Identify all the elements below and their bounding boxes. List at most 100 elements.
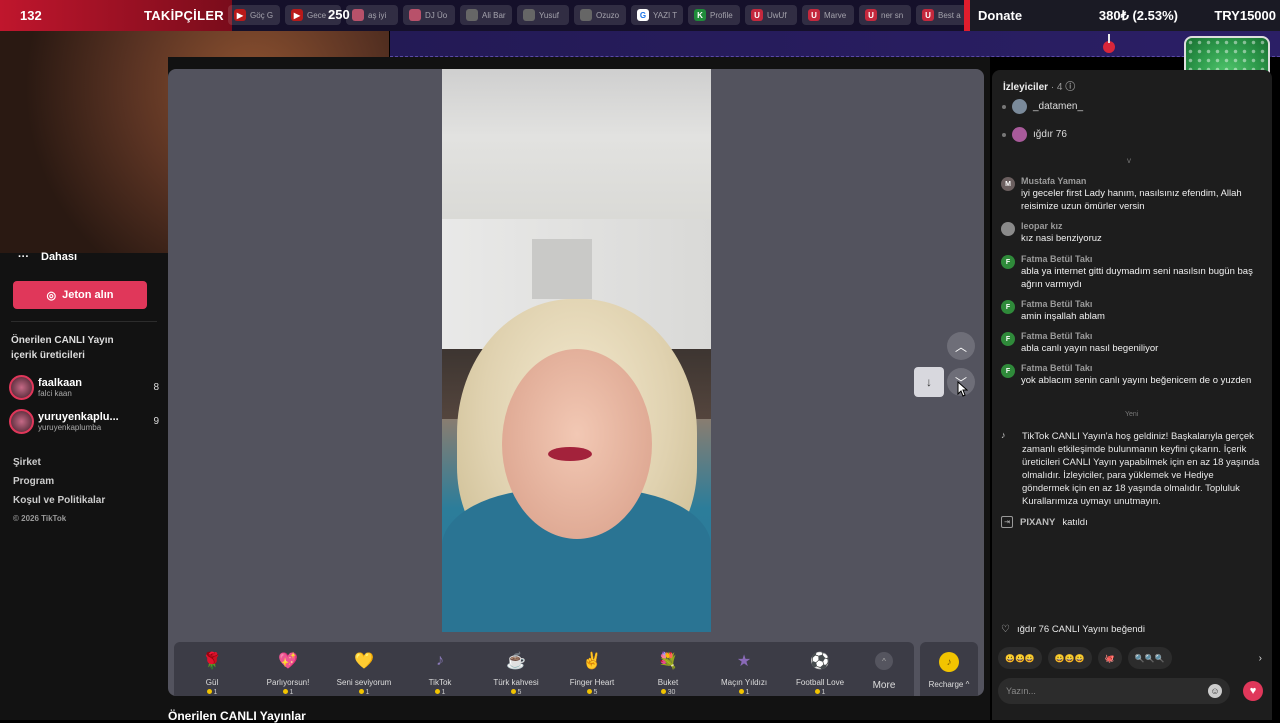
overlay-chip-icon: [466, 9, 478, 21]
chat-input[interactable]: [1006, 686, 1208, 696]
viewers-expand-icon[interactable]: v: [1127, 156, 1131, 165]
tiktok-icon: ♪: [1001, 430, 1006, 440]
overlay-chip-icon: [352, 9, 364, 21]
chat-text: abla canlı yayın nasıl begeniliyor: [1021, 343, 1159, 354]
viewer-item[interactable]: _datamen_: [1002, 99, 1083, 114]
suggested-creators-title: Önerilen CANLI Yayın içerik üreticileri: [11, 335, 114, 361]
previous-live-button[interactable]: ︿: [947, 332, 975, 360]
like-text: ığdır 76 CANLI Yayını beğendi: [1016, 624, 1145, 635]
creator-name: faalkaan: [38, 377, 83, 389]
chat-message: M Mustafa Yaman iyi geceler first Lady han…: [1001, 175, 1257, 213]
overlay-chip-label: UwUf: [767, 10, 787, 20]
gift-price: 1: [402, 689, 478, 696]
bullet-icon: [1002, 132, 1006, 137]
recharge-button[interactable]: ♪ Recharge ^: [920, 642, 978, 696]
avatar[interactable]: F: [1001, 255, 1015, 269]
quick-reaction[interactable]: 🐙: [1097, 647, 1122, 669]
viewer-name: ığdır 76: [1033, 129, 1067, 140]
buy-coins-label: Jeton alın: [62, 289, 114, 301]
suggested-creator[interactable]: yuruyenkaplu... yuruyenkaplumba 9: [9, 409, 159, 434]
buy-coins-button[interactable]: ◎ Jeton alın: [13, 281, 147, 309]
help-icon[interactable]: ⓘ: [1065, 82, 1075, 93]
chat-username[interactable]: Mustafa Yaman: [1021, 175, 1257, 187]
chat-username[interactable]: Fatma Betül Takı: [1021, 330, 1257, 342]
gift-item[interactable]: 💛 Seni seviyorum 1: [326, 648, 402, 696]
chat-username[interactable]: leopar kız: [1021, 220, 1257, 232]
gift-price: 1: [706, 689, 782, 696]
copyright: © 2026 TikTok: [13, 514, 67, 523]
gift-icon: ★: [736, 653, 752, 670]
chat-username[interactable]: Fatma Betül Takı: [1021, 298, 1257, 310]
quick-reaction[interactable]: 😀😀😀: [998, 647, 1042, 669]
viewer-name: _datamen_: [1033, 101, 1084, 112]
footer-link-program[interactable]: Program: [13, 476, 105, 487]
footer-link-company[interactable]: Şirket: [13, 457, 105, 468]
chevron-up-icon: ^: [875, 652, 893, 670]
avatar: [9, 409, 34, 434]
chat-username[interactable]: Fatma Betül Takı: [1021, 253, 1257, 265]
chat-panel: İzleyiciler · 4 ⓘ _datamen_ ığdır 76 v M…: [992, 70, 1272, 720]
suggested-creator[interactable]: faalkaan falci kaan 8: [9, 375, 159, 400]
overlay-chip-icon: U: [808, 9, 820, 21]
overlay-chip: U Marve: [802, 5, 854, 25]
more-gifts-button[interactable]: ^ More: [858, 648, 910, 691]
avatar[interactable]: [1001, 222, 1015, 236]
emoji-icon[interactable]: ☺: [1208, 684, 1222, 698]
gift-item[interactable]: ✌ Finger Heart 5: [554, 648, 630, 696]
gift-icon: ☕: [506, 653, 526, 670]
overlay-viewer-count: 250: [328, 7, 350, 22]
bullet-icon: [1002, 104, 1006, 109]
footer-link-terms[interactable]: Koşul ve Politikalar: [13, 495, 105, 506]
viewer-item[interactable]: ığdır 76: [1002, 127, 1067, 142]
overlay-chip-label: Marve: [824, 10, 847, 20]
gift-item[interactable]: 💖 Parlıyorsun! 1: [250, 648, 326, 696]
live-player[interactable]: ︿ ↓ ﹀ 🌹 Gül 1 💖 Parlıyorsun! 1 💛 Seni seviyorum…: [168, 69, 984, 696]
gift-item[interactable]: ⚽ Football Love 1: [782, 648, 858, 696]
chat-text: yok ablacım senin canlı yayını beğenicem…: [1021, 375, 1252, 386]
recharge-label: Recharge ^: [928, 680, 970, 689]
footer-links: Şirket Program Koşul ve Politikalar © 20…: [13, 457, 105, 531]
chevron-right-icon[interactable]: ›: [1259, 653, 1262, 664]
gift-item[interactable]: 💐 Buket 30: [630, 648, 706, 696]
chat-username[interactable]: Fatma Betül Takı: [1021, 362, 1257, 374]
chat-text: abla ya internet gitti duymadım seni nas…: [1021, 266, 1253, 290]
overlay-chip: K Profile: [688, 5, 740, 25]
gift-item[interactable]: 🌹 Gül 1: [174, 648, 250, 696]
quick-reaction[interactable]: 🔍🔍🔍: [1127, 647, 1172, 669]
overlay-chip: aş iyi: [346, 5, 398, 25]
joined-user[interactable]: PIXANY: [1020, 517, 1055, 528]
donate-label: Donate: [978, 8, 1023, 23]
video-scene: [532, 239, 592, 299]
avatar[interactable]: F: [1001, 300, 1015, 314]
gift-name: Gül: [205, 678, 219, 687]
creator-viewer-count: 8: [153, 382, 159, 393]
quick-reaction[interactable]: 😀😀😀: [1047, 647, 1092, 669]
new-messages-divider: Yeni: [1125, 411, 1139, 418]
creator-name: yuruyenkaplu...: [38, 411, 119, 423]
sidebar-item-more[interactable]: ··· Dahası: [18, 251, 77, 263]
arrow-down-icon: ↓: [926, 375, 932, 389]
like-heart-button[interactable]: ♥: [1243, 681, 1263, 701]
gift-icon: 💐: [658, 653, 678, 670]
overlay-chip-label: Profile: [710, 10, 733, 20]
avatar[interactable]: M: [1001, 177, 1015, 191]
gift-icon: ✌: [582, 653, 602, 670]
gift-item[interactable]: ☕ Türk kahvesi 5: [478, 648, 554, 696]
live-video[interactable]: [442, 69, 711, 632]
scroll-down-button[interactable]: ↓: [914, 367, 944, 397]
overlay-chip-icon: K: [694, 9, 706, 21]
gift-name: TikTok: [428, 678, 452, 687]
avatar: [1012, 127, 1027, 142]
gift-item[interactable]: ♪ TikTok 1: [402, 648, 478, 696]
overlay-chip-label: Ali Bar: [482, 10, 506, 20]
gift-item[interactable]: ★ Maçın Yıldızı 1: [706, 648, 782, 696]
mouse-cursor-icon: [957, 381, 968, 397]
overlay-chip: ▶ Göç G: [228, 5, 280, 25]
avatar[interactable]: F: [1001, 364, 1015, 378]
overlay-sub-bar: [390, 31, 1280, 57]
quick-reactions: 😀😀😀 😀😀😀 🐙 🔍🔍🔍 ›: [998, 647, 1268, 669]
overlay-chip-label: Gece: [307, 10, 327, 20]
sidebar-item-label: Dahası: [41, 251, 78, 263]
gift-name: Buket: [657, 678, 679, 687]
avatar[interactable]: F: [1001, 332, 1015, 346]
